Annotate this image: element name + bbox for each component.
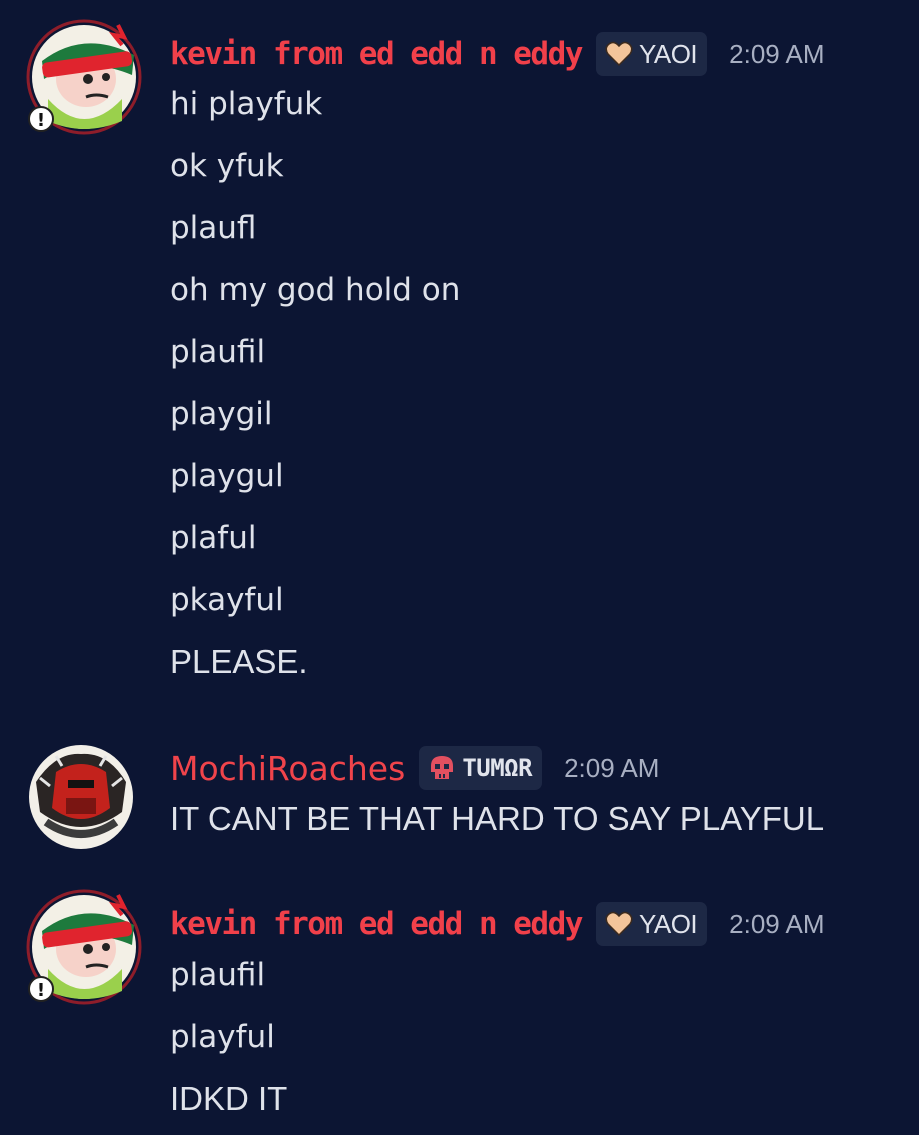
role-tag-label: YAOI: [638, 38, 698, 69]
avatar[interactable]: !: [26, 889, 142, 1005]
heart-icon: [605, 41, 633, 67]
message-header: kevin from ed edd n eddy YAOI 2:09 AM: [170, 29, 825, 79]
username[interactable]: kevin from ed edd n eddy: [170, 906, 583, 942]
message-line: plaful: [170, 520, 257, 556]
username[interactable]: kevin from ed edd n eddy: [170, 36, 583, 72]
skull-icon: [431, 756, 454, 779]
username[interactable]: MochiRoaches: [170, 749, 405, 788]
svg-text:!: !: [37, 980, 45, 1001]
message-line: plaufl: [170, 210, 257, 246]
message-line: IDKD IT: [170, 1080, 288, 1117]
role-tag-label: YAOI: [638, 908, 698, 939]
chat-log: ! kevin from ed edd n eddy YAOI 2:09 AM …: [0, 0, 919, 1135]
avatar[interactable]: [26, 742, 138, 854]
role-tag-label: TUMΩR: [462, 754, 533, 782]
message-lines: hi playfuk ok yfuk plaufl oh my god hold…: [170, 73, 460, 693]
message-line: plaufil: [170, 334, 266, 370]
message-line: playgul: [170, 458, 284, 494]
kevin-cartoon-avatar-icon: !: [26, 889, 142, 1005]
message-header: kevin from ed edd n eddy YAOI 2:09 AM: [170, 899, 825, 949]
message-line: plaufil: [170, 957, 266, 993]
message-line: hi playfuk: [170, 86, 323, 122]
message-line: IT CANT BE THAT HARD TO SAY PLAYFUL: [170, 800, 825, 837]
heart-icon: [605, 911, 633, 937]
avatar[interactable]: !: [26, 19, 142, 135]
message-line: playful: [170, 1019, 275, 1055]
message-lines: plaufil playful IDKD IT: [170, 944, 287, 1130]
message-line: oh my god hold on: [170, 272, 461, 308]
timestamp: 2:09 AM: [729, 908, 825, 939]
svg-text:!: !: [37, 110, 45, 131]
message-line: pkayful: [170, 582, 284, 618]
message-line: PLEASE.: [170, 643, 308, 680]
message-line: playgil: [170, 396, 273, 432]
timestamp: 2:09 AM: [729, 38, 825, 69]
timestamp: 2:09 AM: [564, 752, 660, 783]
role-tag[interactable]: YAOI: [595, 902, 708, 946]
message-lines: IT CANT BE THAT HARD TO SAY PLAYFUL: [170, 788, 824, 850]
red-figure-avatar-icon: [29, 745, 133, 849]
message-header: MochiRoaches TUMΩR 2:09 AM: [170, 743, 659, 793]
role-tag[interactable]: YAOI: [595, 32, 708, 76]
role-tag[interactable]: TUMΩR: [419, 746, 543, 790]
kevin-cartoon-avatar-icon: !: [26, 19, 142, 135]
message-line: ok yfuk: [170, 148, 284, 184]
